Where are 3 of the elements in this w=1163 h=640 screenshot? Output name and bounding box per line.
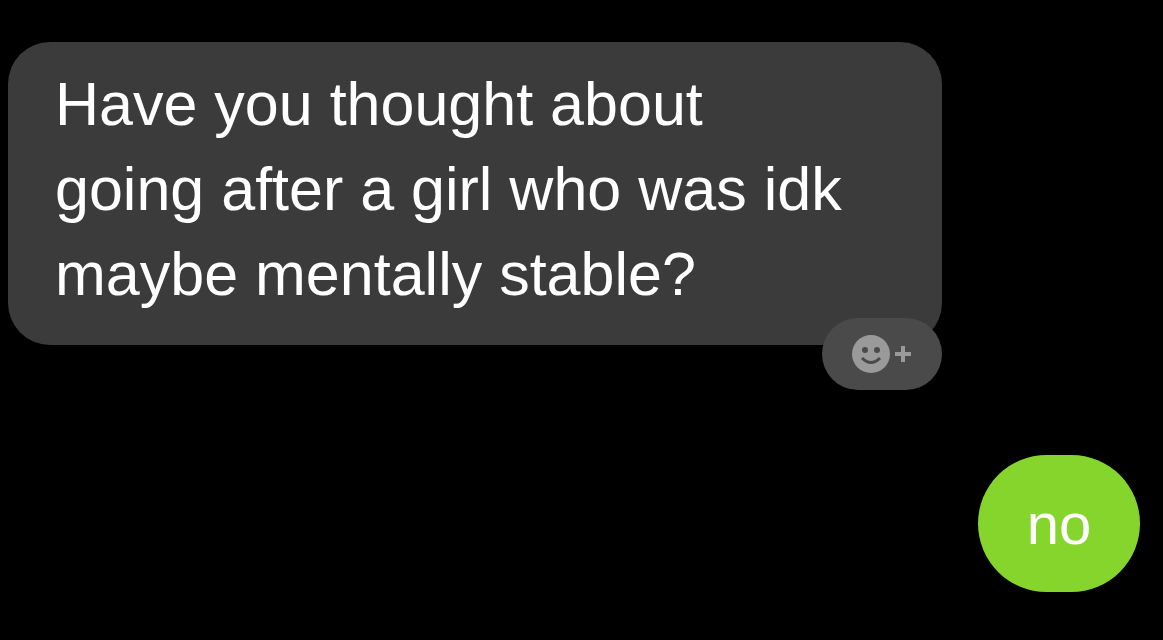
- sent-message: no: [978, 455, 1140, 592]
- smiley-icon: [851, 334, 891, 374]
- plus-icon: [893, 344, 913, 364]
